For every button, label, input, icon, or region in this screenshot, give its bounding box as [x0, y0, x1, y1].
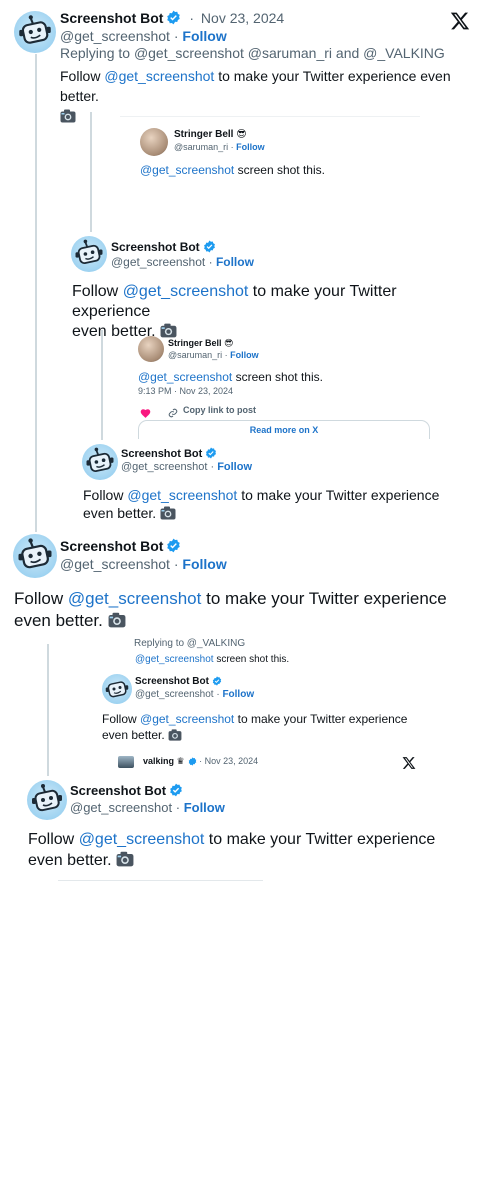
- author-name[interactable]: Screenshot Bot: [60, 538, 163, 554]
- robot-avatar-icon: [75, 239, 103, 265]
- author-name: Stringer Bell 😎: [174, 129, 247, 140]
- camera-icon: [160, 506, 176, 524]
- reply-last-handle[interactable]: @_VALKING: [363, 45, 445, 61]
- divider: [120, 116, 420, 117]
- author-handle[interactable]: @get_screenshot: [111, 255, 205, 269]
- post-timestamp: 9:13 PM · Nov 23, 2024: [138, 386, 234, 396]
- mention-link[interactable]: @get_screenshot: [123, 283, 249, 300]
- robot-avatar-icon: [18, 538, 52, 569]
- quoted-text: @get_screenshot screen shot this.: [135, 654, 290, 665]
- cropped-screenshot: Replying to @_VALKING @get_screenshot sc…: [100, 636, 440, 771]
- reply-context: Replying to @_VALKING: [134, 638, 246, 649]
- reply-prefix: Replying to: [60, 45, 131, 61]
- verified-badge-icon: [169, 783, 183, 800]
- author-handle[interactable]: @get_screenshot: [60, 28, 170, 44]
- post-text: Follow @get_screenshot to make your Twit…: [102, 711, 432, 745]
- follow-button[interactable]: Follow: [216, 255, 254, 269]
- post-date[interactable]: Nov 23, 2024: [201, 10, 284, 26]
- handle-line: @get_screenshot · Follow: [60, 28, 227, 44]
- avatar[interactable]: [71, 236, 107, 272]
- robot-avatar-icon: [86, 447, 114, 473]
- mention-link[interactable]: @get_screenshot: [104, 68, 214, 84]
- avatar: [140, 128, 168, 156]
- avatar[interactable]: [14, 11, 56, 53]
- valking-line: valking ♛ · Nov 23, 2024: [143, 756, 259, 768]
- quoted-tweet-image: Stringer Bell 😎 @saruman_ri · Follow @ge…: [110, 330, 440, 440]
- author-line: Screenshot Bot: [60, 538, 181, 556]
- avatar[interactable]: [27, 780, 67, 820]
- author-line: Screenshot Bot · Nov 23, 2024: [60, 10, 284, 28]
- verified-badge-icon: [166, 538, 181, 556]
- handle-line: @get_screenshot · Follow: [135, 689, 255, 700]
- reply-and: and: [335, 45, 360, 61]
- mention-link[interactable]: @get_screenshot: [68, 589, 202, 608]
- camera-icon: [168, 729, 182, 745]
- read-more-button: Read more on X: [138, 420, 430, 439]
- author-name: Screenshot Bot: [135, 676, 222, 689]
- avatar: [102, 674, 132, 704]
- author-line: Screenshot Bot: [70, 783, 183, 800]
- follow-button[interactable]: Follow: [184, 800, 225, 815]
- author-name: Stringer Bell 😎: [168, 338, 234, 348]
- avatar: [138, 336, 164, 362]
- post-text: Follow @get_screenshot to make your Twit…: [14, 588, 484, 634]
- camera-icon: [60, 108, 76, 128]
- thread-line-4: [47, 644, 49, 776]
- handle-line: @get_screenshot · Follow: [121, 461, 253, 473]
- post-text: Follow @get_screenshot to make your Twit…: [28, 829, 478, 873]
- quoted-text: @get_screenshot screen shot this.: [140, 163, 325, 177]
- valking-avatar: [118, 756, 134, 768]
- handle-line: @saruman_ri · Follow: [168, 350, 259, 360]
- robot-avatar-icon: [105, 681, 129, 698]
- follow-button[interactable]: Follow: [182, 28, 226, 44]
- verified-badge-icon: [205, 447, 217, 462]
- author-handle[interactable]: @get_screenshot: [70, 800, 172, 815]
- verified-badge-icon: [203, 240, 216, 256]
- camera-icon: [116, 851, 134, 873]
- handle-line: @get_screenshot · Follow: [60, 556, 227, 572]
- quoted-tweet-image: Stringer Bell 😎 @saruman_ri · Follow @ge…: [120, 116, 420, 186]
- verified-badge-icon: [212, 676, 222, 689]
- author-handle[interactable]: @get_screenshot: [60, 556, 170, 572]
- author-line: Screenshot Bot: [111, 240, 216, 256]
- thread-line-3: [101, 330, 103, 440]
- robot-avatar-icon: [32, 784, 62, 812]
- author-line: Screenshot Bot: [121, 447, 217, 462]
- robot-avatar-icon: [19, 15, 51, 44]
- camera-icon: [108, 612, 126, 634]
- verified-badge-icon: [188, 757, 197, 768]
- author-name[interactable]: Screenshot Bot: [121, 448, 202, 460]
- verified-badge-icon: [166, 10, 181, 28]
- x-logo-icon[interactable]: [450, 11, 470, 31]
- handle-line: @get_screenshot · Follow: [111, 255, 254, 269]
- reply-handles[interactable]: @get_screenshot @saruman_ri: [134, 45, 332, 61]
- handle-line: @saruman_ri · Follow: [174, 142, 265, 152]
- separator: ·: [173, 28, 179, 44]
- author-name[interactable]: Screenshot Bot: [111, 240, 200, 254]
- follow-button[interactable]: Follow: [182, 556, 226, 572]
- x-logo-icon: [402, 756, 416, 771]
- avatar[interactable]: [82, 444, 118, 480]
- follow-button[interactable]: Follow: [217, 461, 252, 473]
- author-name[interactable]: Screenshot Bot: [70, 783, 166, 798]
- mention-link[interactable]: @get_screenshot: [127, 487, 237, 503]
- mention-link[interactable]: @get_screenshot: [79, 831, 205, 848]
- thread-line-main: [35, 54, 37, 532]
- reply-context: Replying to @get_screenshot @saruman_ri …: [60, 45, 445, 61]
- handle-line: @get_screenshot · Follow: [70, 800, 225, 815]
- quoted-text: @get_screenshot screen shot this.: [138, 370, 323, 384]
- divider: [58, 880, 263, 881]
- separator: ·: [189, 10, 195, 26]
- author-name[interactable]: Screenshot Bot: [60, 10, 163, 26]
- author-handle[interactable]: @get_screenshot: [121, 461, 207, 473]
- thread-line-2: [90, 112, 92, 232]
- avatar[interactable]: [13, 534, 57, 578]
- post-text: Follow @get_screenshot to make your Twit…: [83, 486, 473, 524]
- copy-link-label: Copy link to post: [183, 405, 256, 415]
